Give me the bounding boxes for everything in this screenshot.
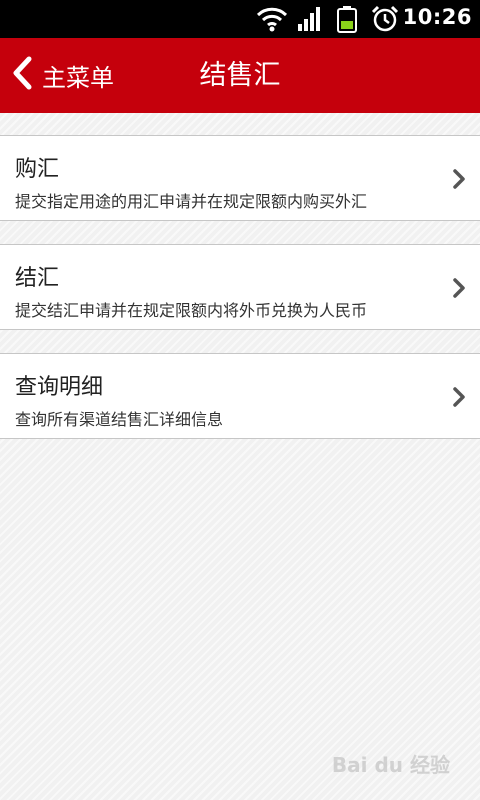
chevron-right-icon: [452, 386, 466, 412]
back-button[interactable]: 主菜单: [10, 52, 140, 98]
wifi-icon: [256, 5, 288, 37]
status-time: 10:26: [402, 5, 472, 29]
chevron-left-icon: [10, 55, 34, 95]
status-bar: 10:26: [0, 0, 480, 38]
watermark-text: Bai du 经验: [331, 753, 450, 777]
chevron-right-icon: [452, 277, 466, 303]
menu-item-title: 查询明细: [15, 375, 104, 400]
watermark: Bai du 经验: [332, 749, 450, 778]
menu-item-description: 查询所有渠道结售汇详细信息: [15, 410, 224, 429]
back-button-label: 主菜单: [42, 63, 114, 92]
menu-item-title: 购汇: [15, 157, 60, 182]
signal-icon: [296, 5, 324, 37]
menu-item-query-details[interactable]: 查询明细 查询所有渠道结售汇详细信息: [0, 353, 480, 439]
alarm-icon: [370, 5, 400, 37]
menu-item-title: 结汇: [15, 266, 60, 291]
chevron-right-icon: [452, 168, 466, 194]
title-bar: 主菜单 结售汇: [0, 38, 480, 113]
menu-item-description: 提交指定用途的用汇申请并在规定限额内购买外汇: [15, 192, 368, 211]
battery-icon: [336, 5, 358, 37]
menu-list: 购汇 提交指定用途的用汇申请并在规定限额内购买外汇 结汇 提交结汇申请并在规定限…: [0, 135, 480, 462]
menu-item-sell-forex[interactable]: 结汇 提交结汇申请并在规定限额内将外币兑换为人民币: [0, 244, 480, 330]
menu-item-description: 提交结汇申请并在规定限额内将外币兑换为人民币: [15, 301, 368, 320]
menu-item-buy-forex[interactable]: 购汇 提交指定用途的用汇申请并在规定限额内购买外汇: [0, 135, 480, 221]
